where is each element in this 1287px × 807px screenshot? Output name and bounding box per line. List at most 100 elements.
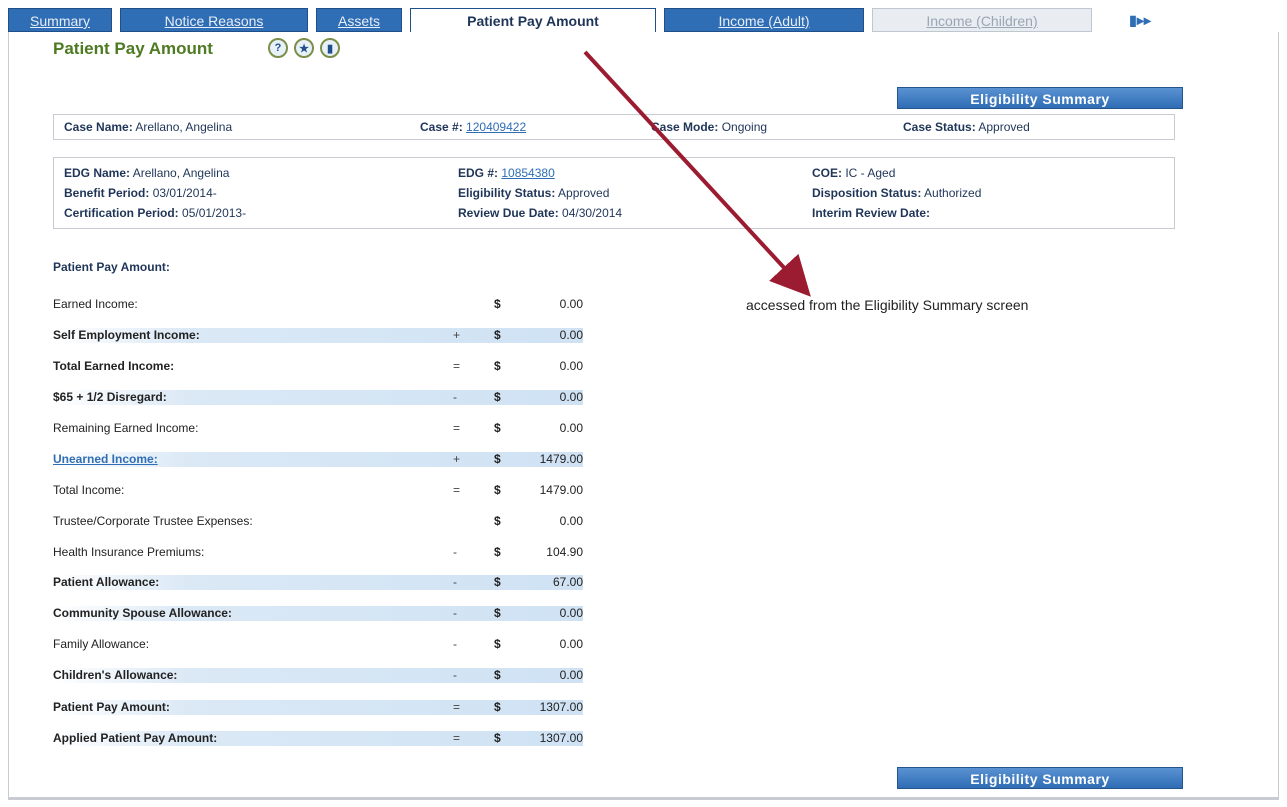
row-highlight (53, 483, 583, 498)
edg-name: EDG Name: Arellano, Angelina (64, 166, 230, 180)
coe: COE: IC - Aged (812, 166, 896, 180)
row-currency: $ (494, 700, 501, 714)
row-label: $65 + 1/2 Disregard: (53, 390, 167, 404)
case-name: Case Name: Arellano, Angelina (64, 120, 233, 134)
row-label: Patient Allowance: (53, 575, 160, 589)
tab-assets[interactable]: Assets (316, 8, 402, 32)
eligibility-summary-button-top[interactable]: Eligibility Summary (897, 87, 1183, 109)
row-amount: 0.00 (559, 421, 583, 435)
title-icon-group: ? ★ ▮ (268, 38, 340, 58)
row-label: Community Spouse Allowance: (53, 606, 232, 620)
row-currency: $ (494, 545, 501, 559)
row-amount: 0.00 (559, 668, 583, 682)
case-number-link[interactable]: 120409422 (466, 120, 526, 134)
table-row: Unearned Income: + $1479.00 (53, 452, 583, 467)
case-info-panel: Case Name: Arellano, Angelina Case #: 12… (53, 114, 1175, 140)
row-operator: = (453, 483, 461, 497)
row-label: Earned Income: (53, 297, 138, 311)
row-amount: 0.00 (559, 359, 583, 373)
favorite-icon[interactable]: ★ (294, 38, 314, 58)
row-amount: 0.00 (559, 514, 583, 528)
edg-number: EDG #: 10854380 (458, 166, 555, 180)
table-row: Self Employment Income: + $0.00 (53, 328, 583, 343)
case-status: Case Status: Approved (903, 120, 1030, 134)
tab-income-children[interactable]: Income (Children) (872, 8, 1092, 32)
row-currency: $ (494, 637, 501, 651)
case-mode: Case Mode: Ongoing (651, 120, 768, 134)
help-icon[interactable]: ? (268, 38, 288, 58)
table-row: Health Insurance Premiums: - $104.90 (53, 545, 583, 560)
row-label: Remaining Earned Income: (53, 421, 199, 435)
row-amount: 0.00 (559, 297, 583, 311)
row-operator: - (453, 606, 457, 620)
row-amount: 0.00 (559, 328, 583, 342)
eligibility-status: Eligibility Status: Approved (458, 186, 610, 200)
annotation-text: accessed from the Eligibility Summary sc… (746, 297, 1029, 313)
row-currency: $ (494, 731, 501, 745)
tab-income-adult[interactable]: Income (Adult) (664, 8, 864, 32)
row-amount: 1479.00 (539, 452, 583, 466)
table-row: Family Allowance: - $0.00 (53, 637, 583, 652)
edg-number-link[interactable]: 10854380 (501, 166, 554, 180)
row-label: Total Earned Income: (53, 359, 175, 373)
row-amount: 0.00 (559, 606, 583, 620)
tab-scroll-right-icon[interactable]: ▮▸▸ (1100, 8, 1180, 32)
eligibility-summary-button-bottom[interactable]: Eligibility Summary (897, 767, 1183, 789)
row-operator: - (453, 390, 457, 404)
case-number: Case #: 120409422 (420, 120, 527, 134)
row-label: Self Employment Income: (53, 328, 200, 342)
row-operator: = (453, 421, 461, 435)
row-currency: $ (494, 390, 501, 404)
benefit-period: Benefit Period: 03/01/2014- (64, 186, 217, 200)
row-currency: $ (494, 359, 501, 373)
tab-notice-reasons[interactable]: Notice Reasons (120, 8, 308, 32)
notes-icon[interactable]: ▮ (320, 38, 340, 58)
row-label: Family Allowance: (53, 637, 150, 651)
row-currency: $ (494, 606, 501, 620)
row-operator: + (453, 328, 461, 342)
row-operator: + (453, 452, 461, 466)
tab-patient-pay-amount[interactable]: Patient Pay Amount (410, 8, 656, 32)
row-operator: - (453, 575, 457, 589)
row-amount: 0.00 (559, 637, 583, 651)
row-operator: = (453, 731, 461, 745)
table-row: Patient Allowance: - $67.00 (53, 575, 583, 590)
table-row: Remaining Earned Income: = $0.00 (53, 421, 583, 436)
row-currency: $ (494, 297, 501, 311)
table-row: Community Spouse Allowance: - $0.00 (53, 606, 583, 621)
table-row: $65 + 1/2 Disregard: - $0.00 (53, 390, 583, 405)
row-label: Health Insurance Premiums: (53, 545, 205, 559)
table-row: Applied Patient Pay Amount: = $1307.00 (53, 731, 583, 746)
tab-bar: Summary Notice Reasons Assets Patient Pa… (8, 8, 1279, 32)
table-row: Total Earned Income: = $0.00 (53, 359, 583, 374)
row-currency: $ (494, 483, 501, 497)
unearned-income-link[interactable]: Unearned Income: (53, 452, 158, 467)
row-currency: $ (494, 514, 501, 528)
row-label: Applied Patient Pay Amount: (53, 731, 218, 745)
row-label: Children's Allowance: (53, 668, 178, 682)
row-operator: - (453, 668, 457, 682)
row-amount: 0.00 (559, 390, 583, 404)
table-row: Earned Income: $0.00 (53, 297, 583, 312)
row-currency: $ (494, 421, 501, 435)
row-currency: $ (494, 575, 501, 589)
row-currency: $ (494, 668, 501, 682)
bottom-divider (8, 798, 1279, 800)
table-row: Patient Pay Amount: = $1307.00 (53, 700, 583, 715)
edg-info-panel: EDG Name: Arellano, Angelina EDG #: 1085… (53, 157, 1175, 229)
tab-summary[interactable]: Summary (8, 8, 112, 32)
disposition-status: Disposition Status: Authorized (812, 186, 982, 200)
table-row: Trustee/Corporate Trustee Expenses: $0.00 (53, 514, 583, 529)
patient-pay-section-title: Patient Pay Amount: (53, 260, 170, 274)
row-operator: = (453, 359, 461, 373)
row-currency: $ (494, 452, 501, 466)
table-row: Children's Allowance: - $0.00 (53, 668, 583, 683)
row-amount: 1479.00 (539, 483, 583, 497)
page-title: Patient Pay Amount (53, 39, 213, 58)
row-label: Total Income: (53, 483, 125, 497)
table-row: Total Income: = $1479.00 (53, 483, 583, 498)
row-currency: $ (494, 328, 501, 342)
row-amount: 1307.00 (539, 700, 583, 714)
row-operator: - (453, 637, 457, 651)
certification-period: Certification Period: 05/01/2013- (64, 206, 247, 220)
